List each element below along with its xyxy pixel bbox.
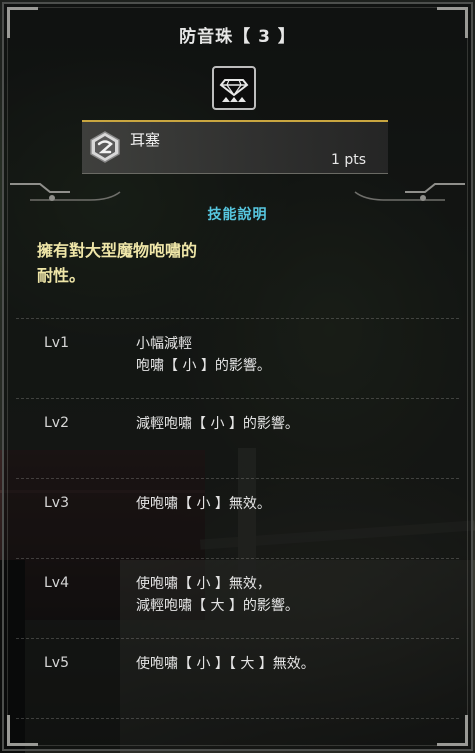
skill-points: 1 pts [330, 152, 366, 168]
earplug-skill-icon [88, 130, 122, 164]
level-row: Lv1 小幅減輕 咆嘯【 小 】的影響。 [16, 318, 459, 398]
list-bottom-divider [16, 718, 459, 719]
skill-entry[interactable]: 耳塞 1 pts [82, 120, 388, 174]
level-row: Lv5 使咆嘯【 小 】【 大 】無效。 [16, 638, 459, 718]
level-label: Lv2 [44, 415, 69, 431]
skill-level-list: Lv1 小幅減輕 咆嘯【 小 】的影響。 Lv2 減輕咆嘯【 小 】的影響。 L… [16, 318, 459, 718]
level-label: Lv3 [44, 495, 69, 511]
level-row: Lv3 使咆嘯【 小 】無效。 [16, 478, 459, 558]
level-effect: 使咆嘯【 小 】【 大 】無效。 [136, 656, 315, 672]
skill-description: 擁有對大型魔物咆嘯的 耐性。 [37, 241, 198, 285]
level-effect: 使咆嘯【 小 】無效。 [136, 496, 271, 512]
skill-description-header: 技能說明 [207, 207, 268, 223]
level-label: Lv5 [44, 655, 69, 671]
frame-corner [437, 715, 468, 746]
level-label: Lv1 [44, 335, 69, 351]
level-effect: 使咆嘯【 小 】無效， 減輕咆嘯【 大 】的影響。 [136, 576, 299, 614]
frame-corner [7, 715, 38, 746]
diamond-gem-icon [212, 66, 256, 110]
level-row: Lv2 減輕咆嘯【 小 】的影響。 [16, 398, 459, 478]
level-label: Lv4 [44, 575, 69, 591]
level-effect: 減輕咆嘯【 小 】的影響。 [136, 416, 299, 432]
level-row: Lv4 使咆嘯【 小 】無效， 減輕咆嘯【 大 】的影響。 [16, 558, 459, 638]
level-effect: 小幅減輕 咆嘯【 小 】的影響。 [136, 336, 271, 374]
skill-name: 耳塞 [130, 131, 161, 149]
decoration-title: 防音珠【 3 】 [179, 27, 296, 47]
